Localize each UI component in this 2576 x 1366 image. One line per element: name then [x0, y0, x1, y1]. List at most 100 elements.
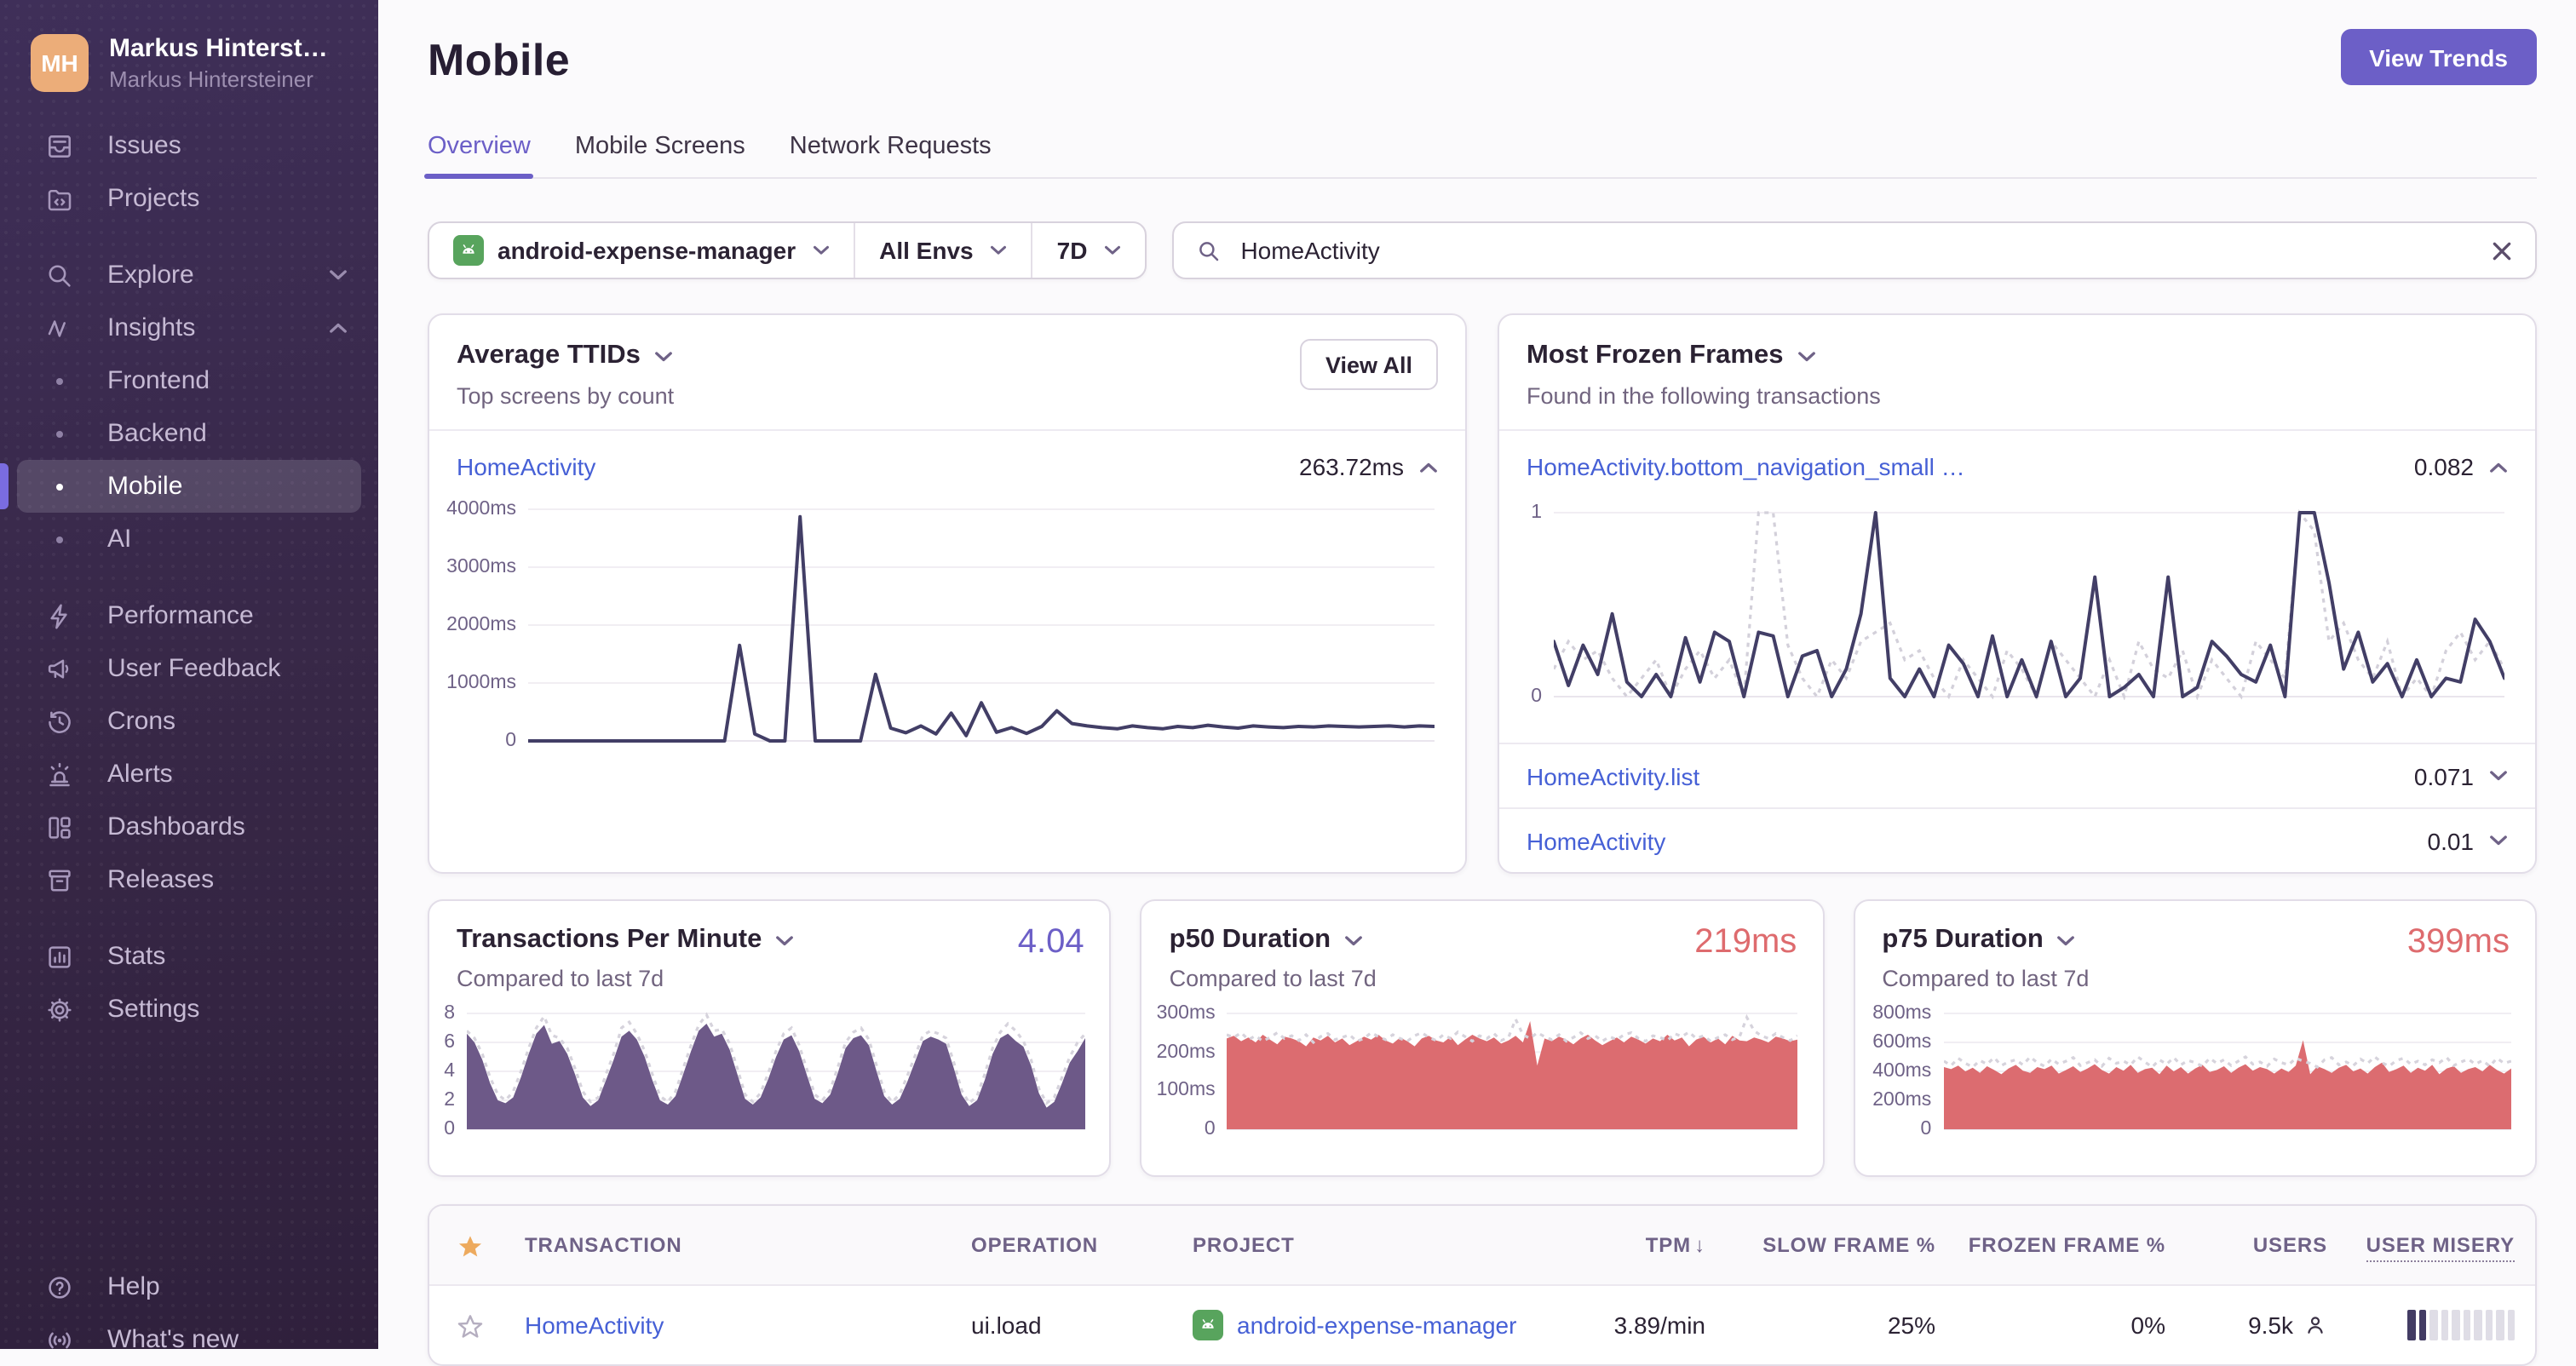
sidebar-item-label: Stats — [107, 942, 166, 971]
sidebar-item-what-s-new[interactable]: What's new — [0, 1313, 378, 1349]
project-cell: android-expense-manager — [1179, 1310, 1562, 1340]
tab-label: Mobile Screens — [574, 133, 745, 160]
tpm-cell: 3.89/min — [1613, 1311, 1705, 1339]
ttid-line-chart[interactable] — [526, 506, 1436, 744]
sidebar-item-alerts[interactable]: Alerts — [0, 748, 378, 801]
search-input[interactable] — [1237, 235, 2475, 266]
sidebar-section: Explore Insights Frontend Backend Mobile AI — [0, 249, 378, 565]
environment-selector[interactable]: All Envs — [854, 223, 1032, 278]
chevron-down-icon[interactable] — [654, 350, 673, 362]
p50-area-chart[interactable] — [1227, 1010, 1799, 1133]
column-header-users[interactable]: USERS — [2193, 1233, 2355, 1257]
tab-mobile-screens[interactable]: Mobile Screens — [575, 133, 745, 177]
table-header-row: TRANSACTION OPERATION PROJECT TPM ↓ SLOW … — [429, 1206, 2535, 1286]
tab-label: Network Requests — [789, 133, 992, 160]
chevron-up-icon[interactable] — [1419, 461, 1438, 473]
misery-bar-empty — [2485, 1310, 2493, 1340]
broadcast-icon — [44, 1324, 75, 1349]
sidebar-item-backend[interactable]: Backend — [17, 407, 361, 460]
tpm-card: Transactions Per Minute Compared to last… — [428, 899, 1112, 1177]
project-link[interactable]: android-expense-manager — [1237, 1311, 1516, 1339]
y-axis-tick-label: 0 — [505, 731, 516, 751]
star-toggle[interactable] — [429, 1311, 511, 1340]
card-subtitle: Top screens by count — [457, 383, 675, 409]
most-frozen-frames-card: Most Frozen Frames Found in the followin… — [1498, 313, 2537, 874]
tab-network-requests[interactable]: Network Requests — [790, 133, 992, 177]
chevron-down-icon[interactable] — [2057, 934, 2076, 946]
chevron-up-icon[interactable] — [2489, 461, 2508, 473]
search-icon — [44, 260, 75, 290]
metric-value: 0.01 — [2427, 827, 2475, 854]
chevron-down-icon[interactable] — [2489, 835, 2508, 847]
y-axis-tick-label: 1 — [1531, 502, 1542, 523]
card-title: p75 Duration — [1882, 925, 2044, 954]
sort-descending-icon: ↓ — [1694, 1233, 1705, 1257]
column-header-user-misery[interactable]: USER MISERY — [2355, 1233, 2535, 1262]
bullet-icon — [56, 483, 63, 490]
frozen-frames-line-chart[interactable] — [1552, 508, 2506, 702]
search-box[interactable] — [1172, 221, 2537, 279]
sidebar-item-ai[interactable]: AI — [17, 513, 361, 565]
chevron-down-icon[interactable] — [775, 934, 794, 946]
sidebar-item-frontend[interactable]: Frontend — [17, 354, 361, 407]
sidebar-item-performance[interactable]: Performance — [0, 589, 378, 642]
gear-icon — [44, 994, 75, 1024]
sidebar-item-insights[interactable]: Insights — [0, 301, 378, 354]
sidebar-item-label: Performance — [107, 601, 254, 630]
sidebar-item-releases[interactable]: Releases — [0, 853, 378, 906]
p75-area-chart[interactable] — [1942, 1010, 2511, 1133]
sidebar-item-projects[interactable]: Projects — [0, 172, 378, 225]
column-header-operation[interactable]: OPERATION — [957, 1233, 1179, 1257]
sidebar-item-stats[interactable]: Stats — [0, 930, 378, 983]
tpm-area-chart[interactable] — [465, 1010, 1087, 1133]
sidebar-item-explore[interactable]: Explore — [0, 249, 378, 301]
sidebar-item-label: Dashboards — [107, 812, 245, 841]
clear-search-icon[interactable] — [2491, 239, 2513, 261]
column-header-frozen-frame[interactable]: FROZEN FRAME % — [1963, 1233, 2193, 1257]
y-axis-tick-label: 600ms — [1872, 1032, 1932, 1053]
card-title: Average TTIDs — [457, 341, 641, 370]
sidebar-nav: Issues Projects Explore Insights Frontend Bac… — [0, 119, 378, 1036]
user-misery-score-bar[interactable] — [2355, 1310, 2535, 1340]
transaction-link[interactable]: HomeActivity — [525, 1311, 664, 1339]
sidebar-item-label: Crons — [107, 707, 176, 736]
chevron-down-icon[interactable] — [1797, 350, 1815, 362]
chevron-down-icon[interactable] — [1344, 934, 1363, 946]
card-subtitle: Compared to last 7d — [1169, 966, 1377, 991]
misery-bar-filled — [2407, 1310, 2415, 1340]
date-range-value: 7D — [1056, 237, 1088, 264]
transaction-link[interactable]: HomeActivity.bottom_navigation_small … — [1527, 453, 1965, 480]
sidebar-item-user-feedback[interactable]: User Feedback — [0, 642, 378, 695]
view-trends-button[interactable]: View Trends — [2340, 29, 2537, 85]
column-header-transaction[interactable]: TRANSACTION — [511, 1233, 957, 1257]
transaction-link[interactable]: HomeActivity — [457, 453, 595, 480]
sidebar-item-help[interactable]: Help — [0, 1260, 378, 1313]
sidebar-item-crons[interactable]: Crons — [0, 695, 378, 748]
p50-duration-card: p50 Duration Compared to last 7d 219ms 3… — [1140, 899, 1825, 1177]
sidebar-item-dashboards[interactable]: Dashboards — [0, 801, 378, 853]
android-platform-icon — [1193, 1310, 1223, 1340]
column-header-slow-frame[interactable]: SLOW FRAME % — [1733, 1233, 1963, 1257]
misery-bar-empty — [2441, 1310, 2448, 1340]
bar-chart-icon — [44, 941, 75, 972]
y-axis-tick-label: 1000ms — [446, 673, 516, 693]
sidebar-item-mobile[interactable]: Mobile — [0, 460, 361, 513]
tab-overview[interactable]: Overview — [423, 133, 535, 179]
sidebar-item-settings[interactable]: Settings — [0, 983, 378, 1036]
transaction-link[interactable]: HomeActivity.list — [1527, 762, 1699, 789]
column-header-project[interactable]: PROJECT — [1179, 1233, 1562, 1257]
column-header-tpm[interactable]: TPM ↓ — [1562, 1233, 1733, 1257]
project-selector[interactable]: android-expense-manager — [429, 223, 854, 278]
star-column-header[interactable] — [429, 1231, 511, 1260]
org-user-switcher[interactable]: MH Markus Hinterst… Markus Hintersteiner — [0, 0, 378, 116]
frozen-row-homeactivity: HomeActivity 0.01 — [1499, 807, 2535, 872]
chevron-down-icon[interactable] — [2489, 770, 2508, 782]
view-all-button[interactable]: View All — [1299, 339, 1438, 390]
sidebar-footer: Help What's new — [0, 1260, 378, 1349]
frozen-row-list: HomeActivity.list 0.071 — [1499, 743, 2535, 807]
sidebar-item-label: What's new — [107, 1325, 239, 1349]
transaction-link[interactable]: HomeActivity — [1527, 827, 1665, 854]
date-range-selector[interactable]: 7D — [1031, 223, 1146, 278]
sidebar: MH Markus Hinterst… Markus Hintersteiner… — [0, 0, 378, 1349]
sidebar-item-issues[interactable]: Issues — [0, 119, 378, 172]
